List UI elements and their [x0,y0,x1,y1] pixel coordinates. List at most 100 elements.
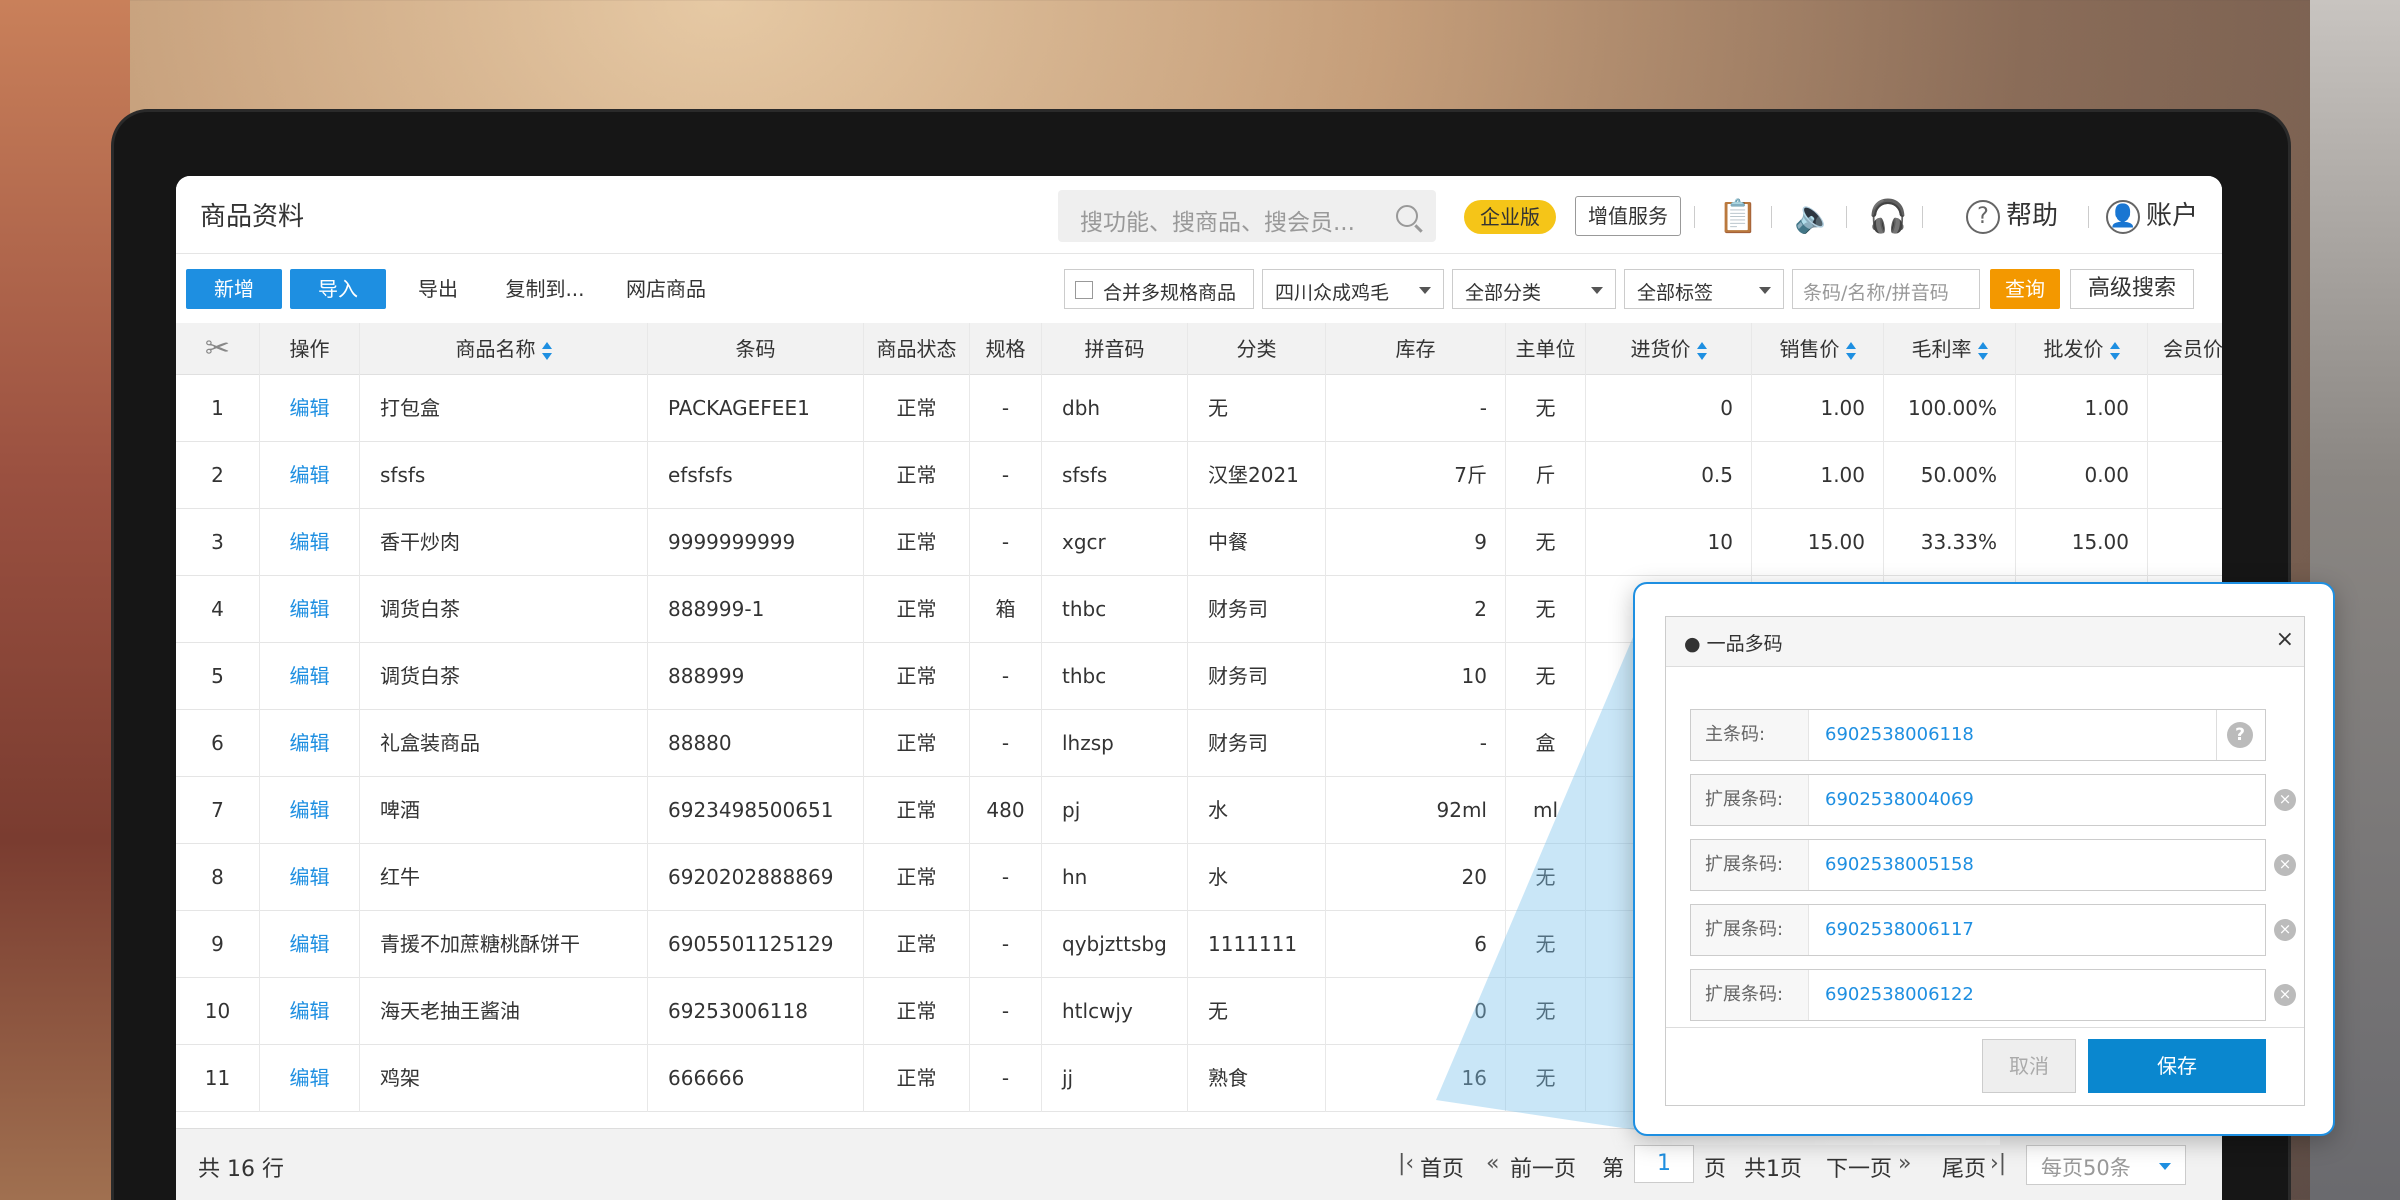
col-header-sortable[interactable]: 销售价 [1752,323,1884,375]
next-page-icon[interactable]: » [1898,1151,1911,1176]
last-page-icon[interactable]: ›| [1990,1151,2006,1176]
remove-barcode-icon[interactable]: × [2274,919,2296,941]
table-cell: thbc [1042,643,1188,710]
query-button[interactable]: 查询 [1990,269,2060,309]
col-header-label: 批发价 [2043,337,2104,361]
tag-select[interactable]: 全部标签 [1624,269,1784,309]
main-barcode-value[interactable]: 6902538006118 [1825,710,1974,760]
ext-barcode-value[interactable]: 6902538005158 [1825,840,1974,890]
tag-select-value: 全部标签 [1637,282,1714,304]
sort-icon[interactable] [1977,341,1988,360]
sort-icon[interactable] [1696,341,1707,360]
copy-to-button[interactable]: 复制到... [490,269,600,309]
help-icon[interactable]: ? [2227,722,2253,748]
table-cell: 熟食 [1188,1045,1326,1112]
main-barcode-field[interactable]: 主条码: 6902538006118 ? [1690,709,2266,761]
col-header-sortable[interactable]: 进货价 [1586,323,1752,375]
online-store-button[interactable]: 网店商品 [614,269,718,309]
col-header-sortable[interactable]: 批发价 [2016,323,2148,375]
table-cell: htlcwjy [1042,978,1188,1045]
advanced-search-button[interactable]: 高级搜索 [2070,269,2194,309]
table-cell: 鸡架 [360,1045,648,1112]
table-cell: 海天老抽王酱油 [360,978,648,1045]
sort-icon[interactable] [1845,341,1856,360]
table-cell: 20 [1326,844,1506,911]
table-cell: 无 [1506,1045,1586,1112]
clipboard-icon[interactable]: 📋 [1718,194,1758,238]
table-cell [2148,375,2222,442]
remove-barcode-icon[interactable]: × [2274,854,2296,876]
ext-barcode-value[interactable]: 6902538006117 [1825,905,1974,955]
search-icon[interactable] [1396,205,1418,227]
table-cell: 斤 [1506,442,1586,509]
remove-barcode-icon[interactable]: × [2274,984,2296,1006]
per-page-select[interactable]: 每页50条 [2026,1145,2186,1185]
product-search-input[interactable]: 条码/名称/拼音码 [1792,269,1980,309]
col-header-sortable[interactable]: 毛利率 [1884,323,2016,375]
ext-barcode-field[interactable]: 扩展条码: 6902538005158 [1690,839,2266,891]
wrench-icon[interactable]: ✂ [176,323,260,375]
table-cell: 69253006118 [648,978,864,1045]
edit-link[interactable]: 编辑 [260,643,360,710]
prev-page-icon[interactable]: « [1486,1151,1499,1176]
table-cell: 7 [176,777,260,844]
save-button[interactable]: 保存 [2088,1039,2266,1093]
store-select[interactable]: 四川众成鸡毛 [1262,269,1444,309]
ext-barcode-field[interactable]: 扩展条码: 6902538004069 [1690,774,2266,826]
col-header-sortable[interactable]: 商品名称 [360,323,648,375]
category-select[interactable]: 全部分类 [1452,269,1616,309]
category-select-value: 全部分类 [1465,282,1542,304]
table-cell: 15.00 [2016,509,2148,576]
edit-link[interactable]: 编辑 [260,442,360,509]
edit-link[interactable]: 编辑 [260,375,360,442]
edition-badge: 企业版 [1464,200,1556,234]
headset-icon[interactable]: 🎧 [1868,194,1908,238]
account-label: 账户 [2146,201,2199,231]
edit-link[interactable]: 编辑 [260,576,360,643]
sort-icon[interactable] [2109,341,2120,360]
edit-link[interactable]: 编辑 [260,911,360,978]
next-page-button[interactable]: 下一页 [1826,1151,1892,1183]
table-cell: 正常 [864,978,970,1045]
table-cell: - [970,710,1042,777]
top-header: 商品资料 搜功能、搜商品、搜会员... 企业版 增值服务 📋 🔈 🎧 ? 帮助 👤… [176,176,2222,254]
table-cell: 香干炒肉 [360,509,648,576]
sort-icon[interactable] [541,341,552,360]
global-search[interactable]: 搜功能、搜商品、搜会员... [1058,190,1436,242]
table-cell: 无 [1188,375,1326,442]
page-number-input[interactable]: 1 [1634,1145,1694,1183]
close-icon[interactable]: × [2276,627,2294,652]
cancel-button[interactable]: 取消 [1982,1039,2076,1093]
merge-multi-spec-checkbox[interactable]: 合并多规格商品 [1064,269,1254,309]
ext-barcode-value[interactable]: 6902538006122 [1825,970,1974,1020]
ext-barcode-value[interactable]: 6902538004069 [1825,775,1974,825]
table-cell: ml [1506,777,1586,844]
table-cell: 1.00 [1752,375,1884,442]
export-button[interactable]: 导出 [408,269,468,309]
import-button[interactable]: 导入 [290,269,386,309]
remove-barcode-icon[interactable]: × [2274,789,2296,811]
first-page-button[interactable]: 首页 [1420,1151,1464,1183]
account-link[interactable]: 👤 账户 [2106,196,2198,236]
table-cell: 6 [1326,911,1506,978]
ext-barcode-field[interactable]: 扩展条码: 6902538006117 [1690,904,2266,956]
value-added-button[interactable]: 增值服务 [1575,196,1681,236]
first-page-icon[interactable]: |‹ [1398,1151,1414,1176]
ext-barcode-field[interactable]: 扩展条码: 6902538006122 [1690,969,2266,1021]
page-suffix: 页 [1704,1157,1727,1182]
edit-link[interactable]: 编辑 [260,710,360,777]
last-page-button[interactable]: 尾页 [1942,1151,1986,1183]
help-link[interactable]: ? 帮助 [1966,196,2058,236]
edit-link[interactable]: 编辑 [260,509,360,576]
table-cell: 888999 [648,643,864,710]
table-cell [2148,442,2222,509]
prev-page-button[interactable]: 前一页 [1510,1151,1576,1183]
edit-link[interactable]: 编辑 [260,777,360,844]
speaker-icon[interactable]: 🔈 [1794,194,1834,238]
edit-link[interactable]: 编辑 [260,978,360,1045]
checkbox-box[interactable] [1075,281,1093,299]
edit-link[interactable]: 编辑 [260,844,360,911]
table-cell: 10 [1326,643,1506,710]
new-button[interactable]: 新增 [186,269,282,309]
edit-link[interactable]: 编辑 [260,1045,360,1112]
